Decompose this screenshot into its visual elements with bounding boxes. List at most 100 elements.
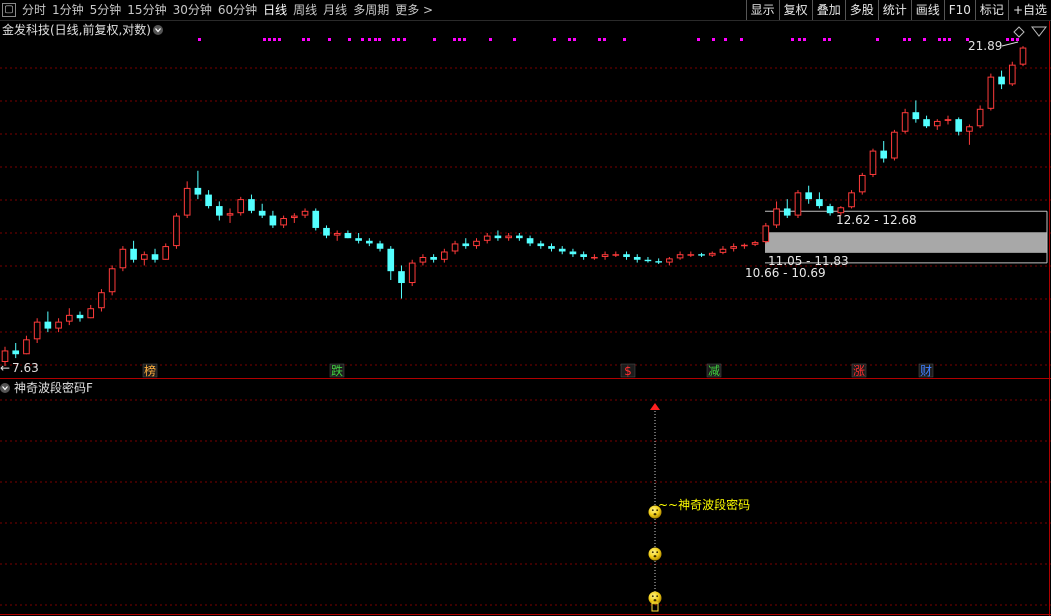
signal-dot bbox=[923, 38, 926, 41]
indicator-title: 神奇波段密码F bbox=[14, 380, 93, 395]
signal-dot bbox=[348, 38, 351, 41]
indicator-signal: 神奇波段密码F ~~神奇波段密码 bbox=[0, 380, 750, 612]
candle-body-down bbox=[633, 256, 641, 260]
tab-8[interactable]: 月线 bbox=[320, 0, 350, 20]
signal-dot bbox=[823, 38, 826, 41]
toolbar-right-buttons: 显示 复权 叠加 多股 统计 画线 F10 标记 +自选 bbox=[745, 0, 1051, 20]
chart-canvas: 榜 跌 $ 减 涨 财 金发科技(日线,前复权,对数) 21.89 ← 7.63 12.62 - … bbox=[0, 20, 1051, 616]
toolbar-button-4[interactable]: 统计 bbox=[877, 0, 911, 20]
tab-5[interactable]: 60分钟 bbox=[215, 0, 260, 20]
candle-body-up bbox=[23, 339, 30, 355]
event-marker-label[interactable]: 减 bbox=[708, 364, 720, 378]
event-marker-label[interactable]: 榜 bbox=[144, 363, 156, 378]
panel-borders bbox=[0, 20, 1051, 616]
signal-dot bbox=[712, 38, 715, 41]
signal-dot bbox=[1011, 38, 1014, 41]
candle-body-up bbox=[226, 213, 234, 216]
period-tabs: ▢ 分时 1分钟 5分钟 15分钟 30分钟 60分钟 日线 周线 月线 多周期 更多 > bbox=[0, 0, 436, 20]
event-marker-label[interactable]: 跌 bbox=[331, 363, 343, 378]
signal-label: ~~神奇波段密码 bbox=[658, 497, 750, 512]
signal-dot bbox=[489, 38, 492, 41]
diamond-icon[interactable] bbox=[1013, 26, 1025, 38]
indicator-panel-grid bbox=[0, 399, 1051, 606]
candle-body-up bbox=[933, 120, 941, 127]
signal-dot bbox=[368, 38, 371, 41]
signal-dot bbox=[453, 38, 456, 41]
candle-body-down bbox=[376, 243, 384, 249]
triangle-down-icon[interactable] bbox=[1030, 26, 1048, 37]
indicator-dropdown-icon[interactable] bbox=[0, 383, 10, 393]
tab-10[interactable]: 更多 > bbox=[392, 0, 436, 20]
signal-dot bbox=[263, 38, 266, 41]
candle-body-up bbox=[848, 192, 855, 208]
signal-dot bbox=[724, 38, 727, 41]
tab-3[interactable]: 15分钟 bbox=[124, 0, 169, 20]
smiley-eye bbox=[651, 509, 654, 512]
candle-body-up bbox=[55, 321, 62, 329]
candle-body-down bbox=[344, 233, 352, 239]
toolbar-button-5[interactable]: 画线 bbox=[910, 0, 944, 20]
toolbar-button-0[interactable]: 显示 bbox=[745, 0, 779, 20]
toolbar-button-8[interactable]: +自选 bbox=[1007, 0, 1051, 20]
candle-body-up bbox=[301, 210, 309, 216]
signal-dot bbox=[943, 38, 946, 41]
toolbar-button-7[interactable]: 标记 bbox=[974, 0, 1008, 20]
candle-body-up bbox=[162, 246, 170, 260]
candle-body-down bbox=[558, 248, 566, 252]
tab-2[interactable]: 5分钟 bbox=[87, 0, 125, 20]
candle-body-down bbox=[215, 206, 223, 216]
signal-dot bbox=[798, 38, 801, 41]
candle-body-down bbox=[623, 254, 630, 257]
candle-body-up bbox=[837, 207, 845, 214]
candle-body-up bbox=[751, 242, 759, 245]
signal-dot bbox=[361, 38, 364, 41]
event-marker-label[interactable]: 财 bbox=[920, 364, 932, 378]
signal-dot bbox=[513, 38, 516, 41]
zone-box bbox=[765, 232, 1047, 253]
tab-9[interactable]: 多周期 bbox=[350, 0, 392, 20]
tab-0[interactable]: 分时 bbox=[19, 0, 49, 20]
candle-body-down bbox=[783, 208, 791, 216]
price-labels: 金发科技(日线,前复权,对数)21.89← 7.6312.62 - 12.6811… bbox=[0, 22, 1048, 375]
toolbar-button-2[interactable]: 叠加 bbox=[811, 0, 845, 20]
event-marker-label[interactable]: $ bbox=[624, 364, 632, 378]
signal-dot bbox=[198, 38, 201, 41]
candle-body-down bbox=[462, 243, 470, 247]
signal-dot bbox=[1016, 38, 1019, 41]
candle-body-up bbox=[687, 254, 695, 256]
toolbar-button-1[interactable]: 复权 bbox=[778, 0, 812, 20]
candle-body-up bbox=[944, 119, 952, 121]
menu-toggle-icon[interactable]: ▢ bbox=[2, 3, 16, 17]
candle-body-up bbox=[612, 254, 620, 256]
candle-body-up bbox=[676, 254, 684, 259]
candle-body-down bbox=[12, 350, 20, 355]
tab-7[interactable]: 周线 bbox=[290, 0, 320, 20]
candle-body-up bbox=[173, 215, 180, 247]
candle-body-down bbox=[816, 199, 823, 207]
candle-body-up bbox=[33, 321, 41, 340]
event-marker-label[interactable]: 涨 bbox=[853, 363, 865, 378]
signal-dot bbox=[268, 38, 271, 41]
candle-body-up bbox=[65, 314, 73, 322]
candle-body-down bbox=[194, 187, 202, 195]
signal-dot bbox=[553, 38, 556, 41]
dropdown-icon[interactable] bbox=[153, 25, 163, 35]
signal-dot bbox=[791, 38, 794, 41]
high-price-pointer bbox=[1001, 41, 1019, 47]
tab-1[interactable]: 1分钟 bbox=[49, 0, 87, 20]
candle-body-up bbox=[591, 256, 598, 259]
candle-body-up bbox=[451, 243, 459, 252]
candle-body-up bbox=[741, 244, 748, 247]
candle-body-up bbox=[966, 126, 973, 132]
candle-body-down bbox=[269, 215, 277, 226]
candle-body-up bbox=[730, 246, 737, 249]
signal-dot bbox=[603, 38, 606, 41]
toolbar-button-3[interactable]: 多股 bbox=[844, 0, 878, 20]
candle-body-down bbox=[387, 248, 395, 272]
tab-4[interactable]: 30分钟 bbox=[170, 0, 215, 20]
candle-body-down bbox=[644, 259, 652, 262]
toolbar-button-6[interactable]: F10 bbox=[943, 0, 975, 20]
tab-6[interactable]: 日线 bbox=[260, 0, 290, 20]
period-toolbar: ▢ 分时 1分钟 5分钟 15分钟 30分钟 60分钟 日线 周线 月线 多周期 更多 > 显示 复权… bbox=[0, 0, 1051, 21]
candle-body-down bbox=[355, 238, 362, 241]
